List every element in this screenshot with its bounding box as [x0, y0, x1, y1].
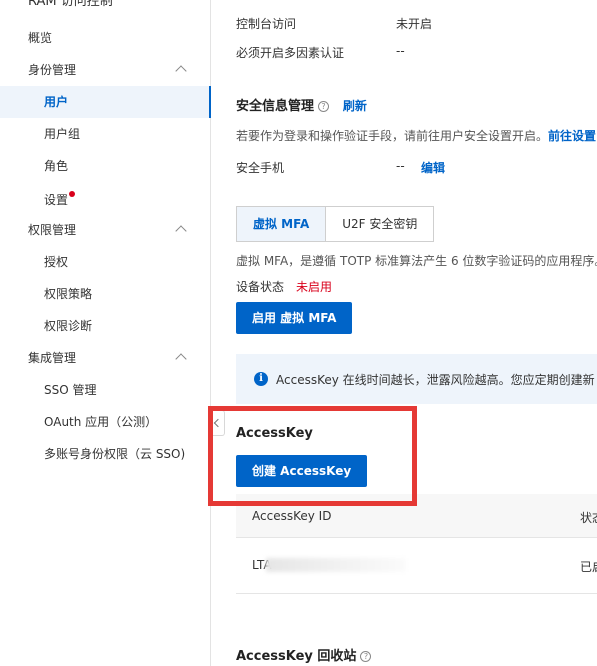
- sidebar-group-permissions[interactable]: 权限管理: [0, 214, 211, 246]
- security-desc: 若要作为登录和操作验证手段，请前往用户安全设置开启。前往设置: [236, 127, 596, 144]
- enable-virtual-mfa-button[interactable]: 启用 虚拟 MFA: [236, 302, 353, 334]
- sidebar-item-cloud-sso[interactable]: 多账号身份权限（云 SSO): [0, 438, 211, 470]
- sidebar-item-label: 权限管理: [28, 223, 77, 237]
- sidebar-item-settings[interactable]: 设置: [0, 184, 211, 216]
- accesskey-title: AccessKey: [236, 426, 313, 441]
- sidebar-item-label: 用户: [44, 95, 69, 109]
- chevron-up-icon: [175, 65, 187, 77]
- sidebar-group-identity[interactable]: 身份管理: [0, 54, 211, 86]
- table-row: LTA 已启: [236, 538, 597, 594]
- sidebar-item-grants[interactable]: 授权: [0, 246, 211, 278]
- sidebar-item-label: 授权: [44, 255, 69, 269]
- mfa-required-value: --: [396, 44, 405, 58]
- phone-label: 安全手机: [236, 161, 285, 175]
- sidebar-item-label: 权限诊断: [44, 319, 93, 333]
- create-accesskey-button[interactable]: 创建 AccessKey: [236, 455, 368, 487]
- sidebar-item-policies[interactable]: 权限策略: [0, 278, 211, 310]
- sidebar-item-label: 权限策略: [44, 287, 93, 301]
- sidebar-item-sso[interactable]: SSO 管理: [0, 374, 211, 406]
- sidebar-item-label: SSO 管理: [44, 383, 97, 397]
- sidebar-title: RAM 访问控制: [28, 0, 113, 9]
- main-content: 控制台访问 未开启 必须开启多因素认证 -- 安全信息管理? 刷新 若要作为登录…: [212, 0, 597, 666]
- recycle-title: AccessKey 回收站: [236, 649, 357, 664]
- redacted-key-mask: [266, 558, 406, 572]
- column-header-status: 状态: [580, 511, 597, 525]
- question-circle-icon[interactable]: ?: [360, 651, 372, 662]
- question-circle-icon[interactable]: ?: [318, 101, 330, 112]
- security-title: 安全信息管理: [236, 99, 315, 114]
- accesskey-table-header: AccessKey ID 状态: [236, 494, 597, 538]
- phone-value: --: [396, 159, 405, 173]
- mfa-tabs: 虚拟 MFA U2F 安全密钥: [236, 206, 435, 242]
- security-desc-text: 若要作为登录和操作验证手段，请前往用户安全设置开启。: [236, 129, 549, 143]
- mfa-desc: 虚拟 MFA，是遵循 TOTP 标准算法产生 6 位数字验证码的应用程序。: [236, 254, 597, 268]
- accesskey-status-cell: 已启: [580, 560, 597, 574]
- sidebar: RAM 访问控制 概览 身份管理 用户 用户组 角色 设置 权限管理 授权 权限…: [0, 0, 211, 666]
- sidebar-item-label: 设置: [44, 193, 69, 207]
- sidebar-item-label: OAuth 应用（公测）: [44, 415, 158, 429]
- sidebar-item-users[interactable]: 用户: [0, 86, 211, 118]
- sidebar-item-oauth[interactable]: OAuth 应用（公测）: [0, 406, 211, 438]
- sidebar-item-overview[interactable]: 概览: [0, 22, 211, 54]
- sidebar-item-label: 用户组: [44, 127, 81, 141]
- notification-dot-icon: [69, 191, 76, 197]
- sidebar-item-diagnosis[interactable]: 权限诊断: [0, 310, 211, 342]
- security-header: 安全信息管理? 刷新: [236, 95, 367, 114]
- chevron-up-icon: [175, 225, 187, 237]
- sidebar-item-label: 集成管理: [28, 351, 77, 365]
- sidebar-item-label: 身份管理: [28, 63, 77, 77]
- recycle-header: AccessKey 回收站?: [236, 645, 372, 664]
- goto-settings-link[interactable]: 前往设置: [548, 129, 596, 143]
- column-header-id: AccessKey ID: [252, 509, 332, 523]
- mfa-required-label: 必须开启多因素认证: [236, 46, 345, 60]
- refresh-link[interactable]: 刷新: [343, 99, 367, 113]
- sidebar-item-label: 角色: [44, 159, 69, 173]
- console-access-label: 控制台访问: [236, 17, 297, 31]
- sidebar-item-label: 概览: [28, 31, 53, 45]
- accesskey-notice: i AccessKey 在线时间越长，泄露风险越高。您应定期创建新 Ac: [236, 354, 597, 404]
- sidebar-item-label: 多账号身份权限（云 SSO): [44, 447, 186, 461]
- device-status-label: 设备状态: [236, 280, 285, 294]
- sidebar-item-user-groups[interactable]: 用户组: [0, 118, 211, 150]
- chevron-up-icon: [175, 353, 187, 365]
- sidebar-item-roles[interactable]: 角色: [0, 150, 211, 182]
- tab-virtual-mfa[interactable]: 虚拟 MFA: [236, 206, 326, 242]
- edit-phone-link[interactable]: 编辑: [421, 159, 445, 176]
- info-circle-icon: i: [254, 372, 268, 386]
- sidebar-group-integration[interactable]: 集成管理: [0, 342, 211, 374]
- console-access-value: 未开启: [396, 17, 433, 31]
- device-status-value: 未启用: [296, 280, 333, 294]
- tab-u2f-key[interactable]: U2F 安全密钥: [325, 206, 435, 242]
- notice-text: AccessKey 在线时间越长，泄露风险越高。您应定期创建新 Ac: [276, 373, 597, 387]
